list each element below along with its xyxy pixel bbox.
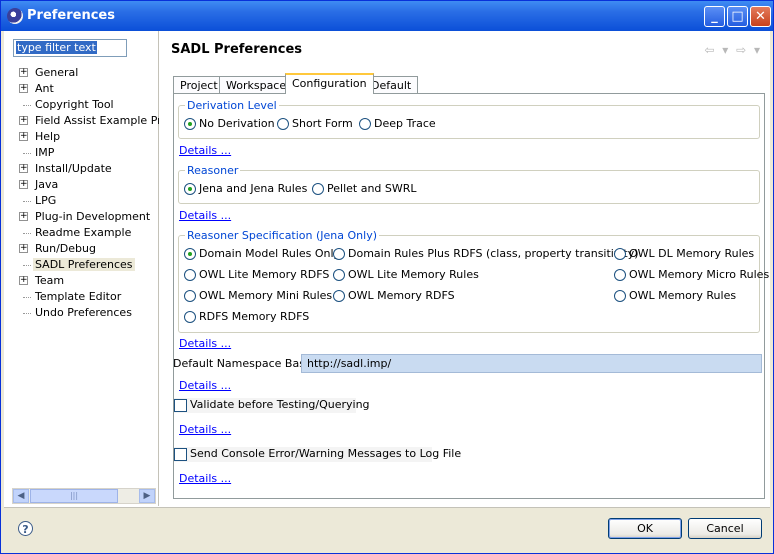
tree-item-label: Team: [35, 274, 65, 287]
tree-item-label: Ant: [35, 82, 54, 95]
tree-item-run-debug[interactable]: + Run/Debug: [4, 241, 158, 257]
tree-item-field-assist-example-pref[interactable]: + Field Assist Example Pref: [4, 113, 172, 129]
derivation-level-group: Derivation Level No Derivation Short For…: [178, 99, 760, 139]
tree-item-undo-preferences[interactable]: Undo Preferences: [4, 305, 158, 321]
history-nav[interactable]: ⇦ ▾ ⇨ ▾: [704, 43, 762, 57]
details-link-derivation[interactable]: Details ...: [179, 144, 231, 157]
reasoner-spec-group: Reasoner Specification (Jena Only) Domai…: [178, 229, 769, 333]
tree-line: [23, 265, 31, 266]
derivation-level-title: Derivation Level: [185, 99, 279, 112]
reasoner-spec-title: Reasoner Specification (Jena Only): [185, 229, 379, 242]
expand-icon[interactable]: +: [19, 84, 28, 93]
preferences-window: Preferences _ □ ✕ type filter text + Gene…: [0, 0, 774, 554]
tree-item-sadl-preferences[interactable]: SADL Preferences: [4, 257, 158, 273]
expand-icon[interactable]: +: [19, 132, 28, 141]
tree-item-label: LPG: [35, 194, 57, 207]
tree-item-team[interactable]: + Team: [4, 273, 158, 289]
eclipse-icon: [7, 8, 23, 24]
tree-item-label: Template Editor: [35, 290, 122, 303]
button-bar: ? OK Cancel: [4, 507, 770, 552]
tree-item-label: General: [35, 66, 79, 79]
console-log-checkbox[interactable]: Send Console Error/Warning Messages to L…: [174, 447, 461, 462]
tree-item-help[interactable]: + Help: [4, 129, 158, 145]
details-link-namespace[interactable]: Details ...: [179, 379, 231, 392]
tab-configuration[interactable]: Configuration: [285, 73, 374, 94]
console-log-checkbox-box[interactable]: [174, 448, 187, 461]
cancel-button[interactable]: Cancel: [688, 518, 762, 539]
tree-line: [23, 233, 31, 234]
details-link-reasoner[interactable]: Details ...: [179, 209, 231, 222]
tree-item-label: Field Assist Example Pref: [35, 114, 173, 127]
configuration-panel: Derivation Level No Derivation Short For…: [173, 93, 769, 499]
tree-item-plug-in-development[interactable]: + Plug-in Development: [4, 209, 158, 225]
reasoner-group: Reasoner Jena and Jena Rules Pellet and …: [178, 164, 760, 204]
expand-icon[interactable]: +: [19, 116, 28, 125]
details-link-validate[interactable]: Details ...: [179, 423, 231, 436]
filter-input[interactable]: type filter text: [13, 39, 127, 57]
tree-line: [23, 105, 31, 106]
ok-button[interactable]: OK: [608, 518, 682, 539]
tab-folder: Project Workspace Configuration Default …: [169, 73, 769, 503]
tree-item-ant[interactable]: + Ant: [4, 81, 158, 97]
tree-item-label: Install/Update: [35, 162, 112, 175]
validate-checkbox[interactable]: Validate before Testing/Querying: [174, 398, 370, 413]
forward-arrow-icon[interactable]: ⇨ ▾: [736, 43, 762, 57]
scroll-left-icon[interactable]: ◀: [13, 489, 29, 503]
tree-item-label: IMP: [35, 146, 55, 159]
back-arrow-icon[interactable]: ⇦ ▾: [704, 43, 730, 57]
tree-item-lpg[interactable]: LPG: [4, 193, 158, 209]
tree-line: [23, 201, 31, 202]
preference-tree-pane: type filter text + General + Ant Copyright T…: [4, 31, 172, 506]
expand-icon[interactable]: +: [19, 68, 28, 77]
expand-icon[interactable]: +: [19, 212, 28, 221]
tree-line: [23, 313, 31, 314]
tree-item-template-editor[interactable]: Template Editor: [4, 289, 158, 305]
details-link-console[interactable]: Details ...: [179, 472, 231, 485]
expand-icon[interactable]: +: [19, 244, 28, 253]
scroll-thumb[interactable]: |||: [30, 489, 118, 503]
tree-item-label: SADL Preferences: [33, 258, 135, 271]
tree-line: [23, 153, 31, 154]
title-bar[interactable]: Preferences _ □ ✕: [1, 1, 773, 31]
help-icon[interactable]: ?: [18, 521, 33, 536]
tree-item-label: Plug-in Development: [35, 210, 151, 223]
close-button[interactable]: ✕: [750, 6, 771, 27]
tree-item-general[interactable]: + General: [4, 65, 158, 81]
preference-page: SADL Preferences ⇦ ▾ ⇨ ▾ Project Workspa…: [159, 31, 770, 506]
details-link-reasoner-spec[interactable]: Details ...: [179, 337, 231, 350]
tree-item-label: Copyright Tool: [35, 98, 114, 111]
maximize-button[interactable]: □: [727, 6, 748, 27]
tree-item-label: Readme Example: [35, 226, 132, 239]
namespace-input[interactable]: http://sadl.imp/: [301, 354, 762, 373]
validate-checkbox-box[interactable]: [174, 399, 187, 412]
filter-placeholder: type filter text: [16, 41, 97, 54]
dialog-content: type filter text + General + Ant Copyright T…: [4, 31, 770, 552]
expand-icon[interactable]: +: [19, 276, 28, 285]
reasoner-title: Reasoner: [185, 164, 241, 177]
window-title: Preferences: [27, 8, 115, 23]
tree-line: [23, 297, 31, 298]
expand-icon[interactable]: +: [19, 180, 28, 189]
scroll-right-icon[interactable]: ▶: [139, 489, 155, 503]
tree-item-label: Run/Debug: [35, 242, 96, 255]
tree-item-label: Undo Preferences: [35, 306, 132, 319]
tree-item-label: Help: [35, 130, 61, 143]
namespace-label: Default Namespace Base: [173, 357, 312, 370]
tree-item-label: Java: [35, 178, 59, 191]
tree-item-readme-example[interactable]: Readme Example: [4, 225, 158, 241]
tree-item-copyright-tool[interactable]: Copyright Tool: [4, 97, 158, 113]
expand-icon[interactable]: +: [19, 164, 28, 173]
tab-project[interactable]: Project: [173, 76, 225, 94]
page-title: SADL Preferences: [171, 42, 302, 57]
tab-workspace[interactable]: Workspace: [219, 76, 294, 94]
tree-item-java[interactable]: + Java: [4, 177, 158, 193]
minimize-button[interactable]: _: [704, 6, 725, 27]
horizontal-scrollbar[interactable]: ◀ ||| ▶: [12, 488, 156, 504]
tree-item-install-update[interactable]: + Install/Update: [4, 161, 158, 177]
tree-item-imp[interactable]: IMP: [4, 145, 158, 161]
